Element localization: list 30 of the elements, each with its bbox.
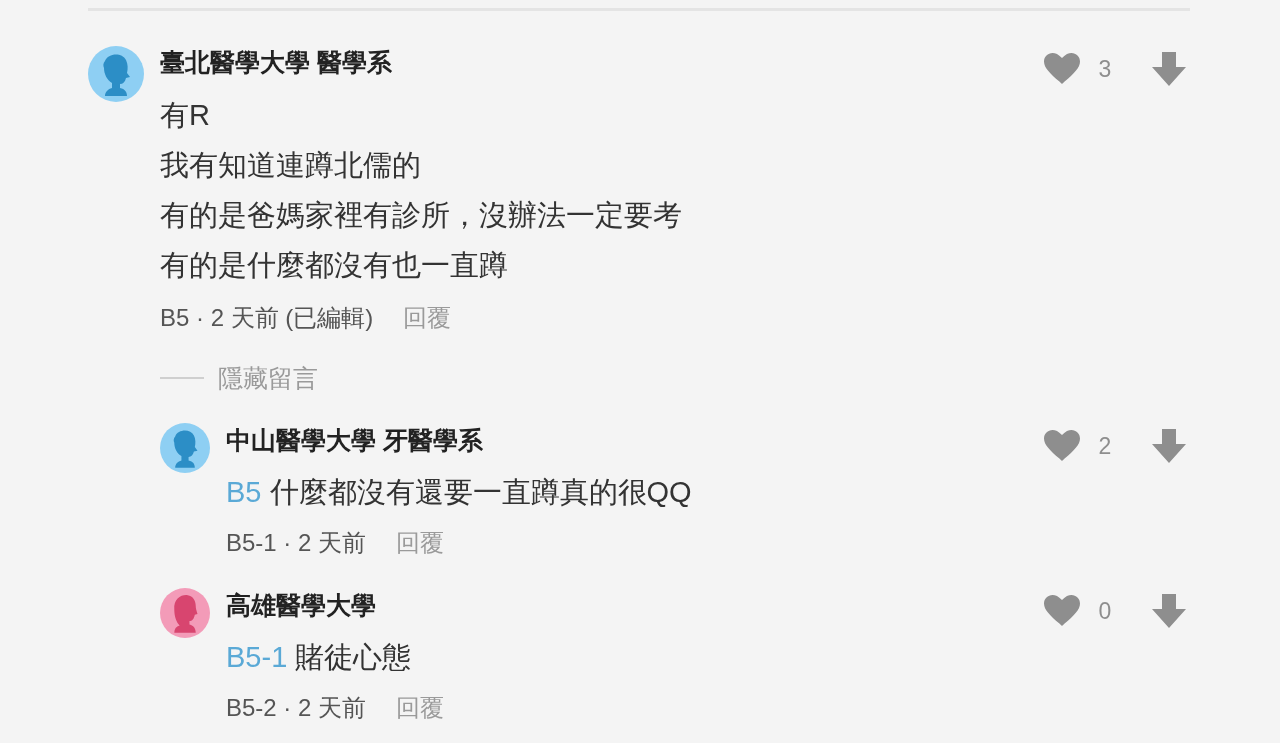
like-count: 0 (1097, 597, 1113, 625)
down-arrow-icon[interactable] (1152, 594, 1186, 628)
comment-text: 有R (160, 98, 211, 133)
comment-text: 我有知道連蹲北儒的 (160, 148, 422, 183)
reply-text: B5 什麼都沒有還要一直蹲真的很QQ (226, 475, 693, 510)
comment-meta: B5-1 · 2 天前 (226, 528, 367, 558)
comment-meta: B5-2 · 2 天前 (226, 693, 367, 723)
reply-text: B5-1 賭徒心態 (226, 640, 413, 675)
mention-link[interactable]: B5 (226, 476, 262, 508)
reply-button[interactable]: 回覆 (396, 692, 445, 724)
comment-text: 有的是什麼都沒有也一直蹲 (160, 248, 509, 283)
heart-icon[interactable] (1044, 430, 1080, 462)
author-name: 中山醫學大學 牙醫學系 (226, 425, 484, 456)
comment-meta: B5 · 2 天前 (已編輯) (160, 303, 374, 333)
avatar-icon (160, 423, 210, 473)
author-name: 高雄醫學大學 (226, 590, 377, 621)
like-count: 2 (1097, 432, 1113, 460)
like-count: 3 (1097, 55, 1113, 83)
hide-replies-button[interactable]: 隱藏留言 (160, 360, 318, 396)
mention-link[interactable]: B5-1 (226, 641, 288, 673)
down-arrow-icon[interactable] (1152, 52, 1186, 86)
author-name: 臺北醫學大學 醫學系 (160, 47, 393, 78)
heart-icon[interactable] (1044, 595, 1080, 627)
down-arrow-icon[interactable] (1152, 429, 1186, 463)
reply-button[interactable]: 回覆 (396, 527, 445, 559)
heart-icon[interactable] (1044, 53, 1080, 85)
avatar-icon (88, 46, 144, 102)
avatar-icon (160, 588, 210, 638)
reply-button[interactable]: 回覆 (403, 302, 452, 334)
comment-text: 有的是爸媽家裡有診所，沒辦法一定要考 (160, 198, 683, 233)
